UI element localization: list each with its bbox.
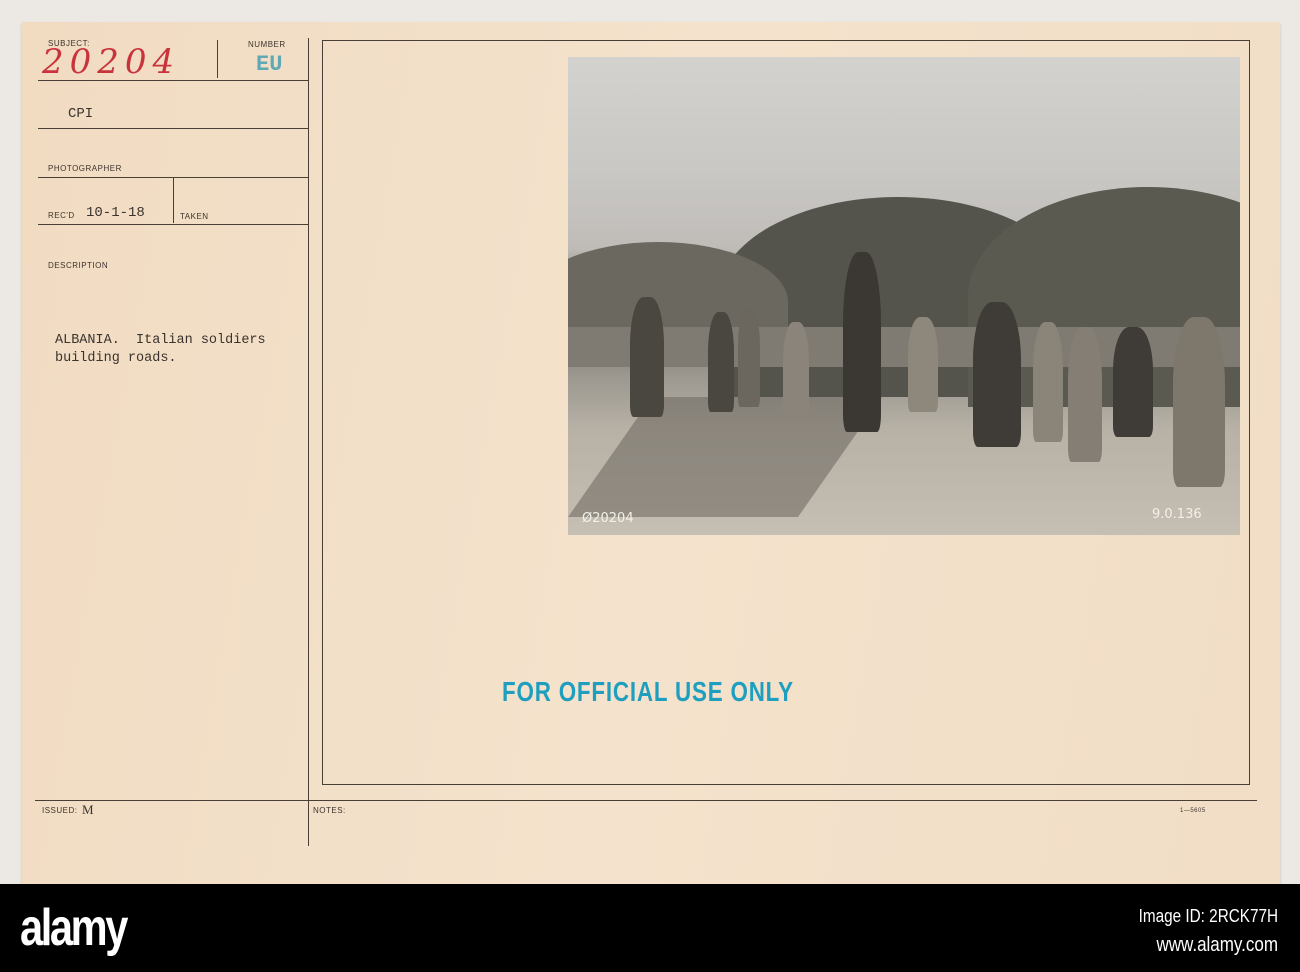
divider — [217, 40, 218, 78]
photographer-label: PHOTOGRAPHER — [48, 164, 122, 173]
number-value: EU — [256, 52, 283, 77]
subject-number: 20204 — [42, 42, 181, 82]
description-line-2: building roads. — [55, 351, 177, 366]
recd-value: 10-1-18 — [86, 205, 145, 221]
divider — [173, 178, 174, 223]
taken-label: TAKEN — [180, 212, 209, 221]
form-number: 1—5605 — [1180, 808, 1206, 814]
notes-label: NOTES: — [313, 806, 346, 815]
issued-value: M — [82, 802, 94, 817]
watermark-footer — [0, 884, 1300, 972]
image-id: Image ID: 2RCK77H — [1138, 906, 1278, 926]
description-label: DESCRIPTION — [48, 261, 109, 270]
negative-number: Ø20204 — [582, 511, 634, 526]
divider — [38, 80, 308, 81]
description-line-1: ALBANIA. Italian soldiers — [55, 333, 266, 348]
corner-number: 9.0.136 — [1152, 507, 1202, 522]
issued-label: ISSUED: — [42, 806, 78, 815]
divider — [35, 800, 1257, 801]
official-use-stamp: FOR OFFICIAL USE ONLY — [502, 676, 794, 707]
divider — [38, 128, 308, 129]
alamy-logo: alamy — [20, 899, 128, 957]
source-value: CPI — [68, 106, 94, 122]
photograph: Ø20204 9.0.136 — [568, 57, 1240, 535]
number-label: NUMBER — [248, 40, 286, 49]
divider — [38, 224, 308, 225]
website-link[interactable]: www.alamy.com — [1156, 934, 1278, 957]
column-divider — [308, 38, 309, 846]
recd-label: REC'D — [48, 211, 75, 220]
